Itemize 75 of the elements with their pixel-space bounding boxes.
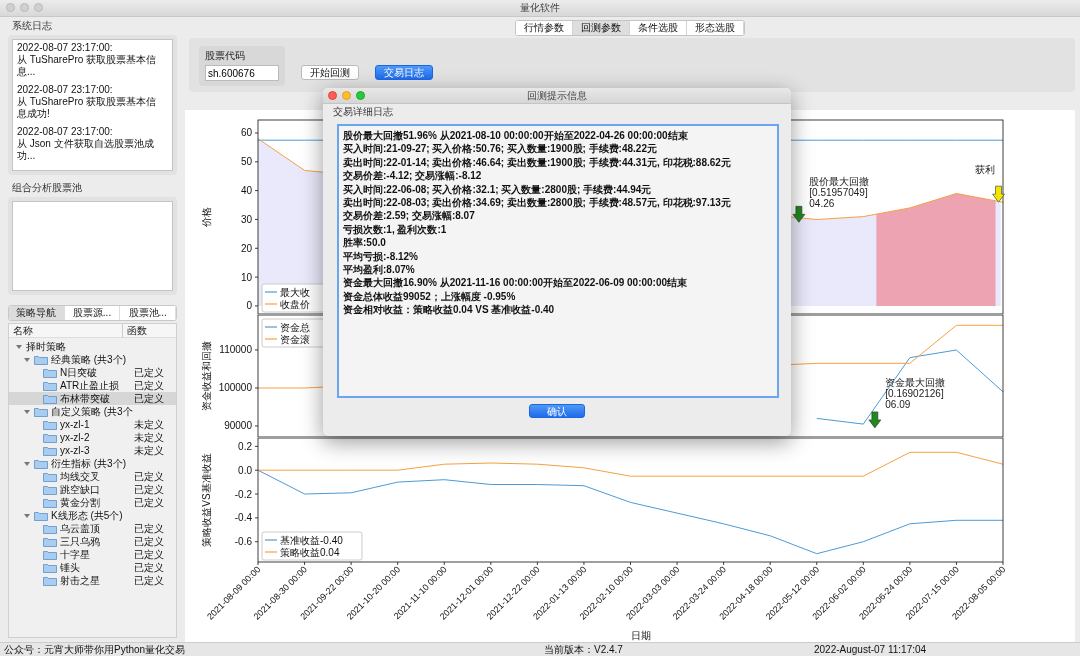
- y-tick-label: 40: [240, 185, 252, 197]
- log-line: 亏损次数:1, 盈利次数:1: [343, 222, 447, 237]
- status-time: 2022-August-07 11:17:04: [814, 644, 928, 655]
- function-status: 已定义: [134, 469, 164, 484]
- function-status: 未定义: [134, 443, 164, 458]
- y-tick-label: 90000: [224, 420, 252, 432]
- legend-label: 资金滚: [280, 334, 310, 345]
- log-line: 卖出时间:22-08-03; 卖出价格:34.69; 卖出数量:2800股; 手续费:48.57元, 印花税:97.13元: [343, 196, 731, 210]
- function-status: 未定义: [134, 430, 164, 445]
- log-line: 股价最大回撤51.96% 从2021-08-10 00:00:00开始至2022-04-26 00:00:00结束: [343, 129, 688, 143]
- log-time: 2022-08-07 23:17:00:: [17, 126, 114, 138]
- annotation-label: 获利: [974, 164, 995, 176]
- annotation-label: [0.51957049]: [809, 186, 868, 198]
- y-tick-label: 10: [240, 271, 252, 283]
- section-title: 系统日志: [12, 19, 53, 33]
- log-line: 资金相对收益：策略收益0.04 VS 基准收益-0.40: [343, 303, 555, 317]
- function-status: 已定义: [134, 365, 164, 380]
- y-tick-label: 50: [240, 156, 252, 168]
- y-tick-label: 110000: [219, 344, 252, 356]
- window-title: 量化软件: [520, 1, 560, 15]
- dialog-title: 回测提示信息: [527, 88, 587, 103]
- annotation-label: 股价最大回撤: [809, 175, 870, 187]
- log-line: 胜率:50.0: [343, 236, 386, 250]
- annotation-label: 06.09: [885, 398, 911, 410]
- legend-label: 策略收益0.04: [280, 547, 340, 558]
- log-message: 从 TuSharePro 获取股票基本信息...: [17, 54, 158, 78]
- y-tick-label: 0.0: [238, 464, 252, 476]
- log-message: 从 TuSharePro 获取股票基本信息成功!: [17, 96, 158, 120]
- y-axis-label: 策略收益VS基准收益: [201, 453, 212, 547]
- function-status: 已定义: [134, 521, 164, 536]
- function-status: 未定义: [134, 417, 164, 432]
- function-status: 已定义: [134, 573, 164, 588]
- y-axis-label: 资金收益和回撤: [201, 341, 212, 411]
- legend-label: 资金总: [280, 322, 310, 333]
- legend-label: 基准收益-0.40: [280, 535, 343, 546]
- y-tick-label: -0.2: [234, 488, 252, 500]
- y-tick-label: 0.2: [238, 440, 252, 452]
- y-tick-label: 20: [240, 242, 252, 254]
- legend-label: 收盘价: [280, 299, 310, 310]
- annotation-label: 资金最大回撤: [885, 376, 946, 388]
- version-text: 当前版本：V2.4.7: [544, 642, 624, 656]
- dialog-subtitle: 交易详细日志: [333, 105, 393, 119]
- status-text: 公众号：元宵大师带你用Python量化交易: [3, 642, 187, 656]
- field-label: 股票代码: [205, 49, 246, 63]
- section-title: 组合分析股票池: [12, 181, 83, 195]
- log-time: 2022-08-07 23:17:00:: [17, 84, 114, 96]
- log-line: 资金总体收益99052；上涨幅度 -0.95%: [343, 289, 516, 304]
- y-tick-label: 60: [240, 127, 252, 139]
- function-status: 已定义: [134, 391, 164, 406]
- log-line: 买入时间:21-09-27; 买入价格:50.76; 买入数量:1900股; 手续费:48.22元: [343, 142, 657, 156]
- function-status: 已定义: [134, 560, 164, 575]
- legend-label: 最大收: [280, 287, 310, 298]
- y-tick-label: -0.4: [234, 512, 252, 524]
- log-line: 交易价差:-4.12; 交易涨幅:-8.12: [343, 169, 482, 183]
- function-status: 已定义: [134, 482, 164, 497]
- y-axis-label: 价格: [201, 207, 212, 227]
- function-status: 已定义: [134, 495, 164, 510]
- log-line: 买入时间:22-06-08; 买入价格:32.1; 买入数量:2800股; 手续费:44.94元: [343, 182, 652, 197]
- log-line: 资金最大回撤16.90% 从2021-11-16 00:00:00开始至2022-06-09 00:00:00结束: [343, 276, 688, 290]
- function-status: 已定义: [134, 534, 164, 549]
- annotation-label: 04.26: [809, 197, 835, 209]
- x-axis-label: 日期: [630, 630, 651, 641]
- log-line: 平均盈利:8.07%: [343, 263, 415, 277]
- y-tick-label: 100000: [218, 382, 252, 394]
- function-status: 已定义: [134, 378, 164, 393]
- function-status: 已定义: [134, 547, 164, 562]
- annotation-label: [0.16902126]: [885, 387, 944, 399]
- y-tick-label: 0: [246, 300, 252, 312]
- log-time: 2022-08-07 23:17:00:: [17, 42, 114, 54]
- log-line: 平均亏损:-8.12%: [343, 249, 418, 264]
- log-message: 从 Json 文件获取自选股票池成功...: [17, 138, 155, 162]
- y-tick-label: 30: [240, 213, 252, 225]
- log-line: 卖出时间:22-01-14; 卖出价格:46.64; 卖出数量:1900股; 手续费:44.31元, 印花税:88.62元: [343, 155, 731, 170]
- y-tick-label: -0.6: [234, 536, 252, 548]
- log-line: 交易价差:2.59; 交易涨幅:8.07: [343, 209, 475, 223]
